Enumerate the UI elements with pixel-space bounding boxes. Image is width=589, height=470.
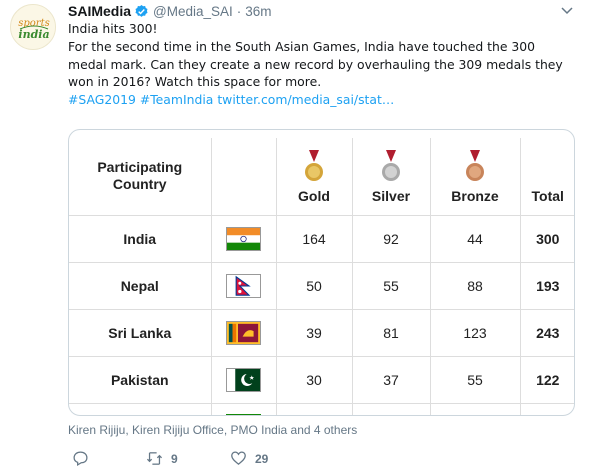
- header-silver: Silver: [352, 138, 431, 216]
- header-total-label: Total: [531, 187, 564, 204]
- india-flag-icon: [226, 226, 261, 251]
- tweet[interactable]: sports india SAIMedia @Media_SAI · 36m I…: [0, 0, 589, 470]
- hashtag-link[interactable]: #SAG2019: [68, 92, 136, 107]
- liked-by[interactable]: Kiren Rijiju, Kiren Rijiju Office, PMO I…: [68, 423, 357, 437]
- silver-count: 37: [352, 356, 431, 404]
- sai-logo-icon: sports india: [11, 5, 55, 49]
- gold-count: 39: [276, 309, 353, 357]
- gold-count: 164: [276, 215, 353, 263]
- country-name: Nepal: [69, 262, 212, 310]
- country-name: India: [69, 215, 212, 263]
- tweet-links: #SAG2019 #TeamIndia twitter.com/media_sa…: [68, 91, 568, 109]
- chevron-down-icon[interactable]: [559, 2, 575, 18]
- gold-count: 30: [276, 356, 353, 404]
- table-row: Nepal 50 55 88 193: [69, 262, 574, 310]
- bronze-count: 88: [430, 262, 521, 310]
- total-count: 243: [520, 309, 574, 357]
- pakistan-flag-icon: [226, 367, 261, 392]
- reply-icon: [73, 451, 88, 467]
- bronze-medal-icon: [466, 149, 484, 181]
- tweet-url-link[interactable]: twitter.com/media_sai/stat…: [217, 92, 394, 107]
- avatar[interactable]: sports india: [10, 4, 56, 50]
- tweet-actions: 9 29: [68, 450, 568, 470]
- svg-text:india: india: [18, 28, 49, 41]
- partial-flag-icon: [226, 413, 261, 415]
- country-name: Sri Lanka: [69, 309, 212, 357]
- gold-medal-icon: [305, 149, 323, 181]
- tweet-text: India hits 300! For the second time in t…: [68, 20, 568, 109]
- silver-count: 55: [352, 262, 431, 310]
- hashtag-link[interactable]: #TeamIndia: [140, 92, 214, 107]
- medal-table: Participating Country Gold Silver Bronze…: [69, 138, 574, 415]
- table-row-partial: [69, 403, 574, 415]
- total-count: 122: [520, 356, 574, 404]
- total-count: 193: [520, 262, 574, 310]
- flag-cell: [211, 262, 277, 310]
- header-flag: [211, 138, 277, 216]
- bronze-count: 55: [430, 356, 521, 404]
- header-country: Participating Country: [69, 138, 212, 216]
- tweet-time[interactable]: 36m: [245, 4, 271, 19]
- flag-cell: [211, 356, 277, 404]
- sri-lanka-flag-icon: [226, 320, 261, 345]
- table-row: India 164 92 44 300: [69, 215, 574, 263]
- header-bronze: Bronze: [430, 138, 521, 216]
- nepal-flag-icon: [226, 273, 261, 298]
- header-bronze-label: Bronze: [451, 187, 499, 204]
- flag-cell: [211, 215, 277, 263]
- retweet-icon: [146, 452, 163, 465]
- author-handle[interactable]: @Media_SAI: [153, 4, 233, 19]
- retweet-count: 9: [171, 451, 178, 466]
- bronze-count: 123: [430, 309, 521, 357]
- tweet-header: SAIMedia @Media_SAI · 36m: [68, 2, 272, 20]
- total-count: 300: [520, 215, 574, 263]
- verified-badge-icon: [135, 4, 148, 17]
- header-country-line2: Country: [112, 176, 167, 193]
- header-silver-label: Silver: [371, 187, 411, 204]
- flag-cell: [211, 309, 277, 357]
- reply-button[interactable]: [72, 450, 89, 467]
- header-gold-label: Gold: [298, 187, 330, 204]
- like-count: 29: [255, 451, 269, 466]
- silver-count: 81: [352, 309, 431, 357]
- table-row: Pakistan 30 37 55 122: [69, 356, 574, 404]
- silver-medal-icon: [382, 149, 400, 181]
- gold-count: 50: [276, 262, 353, 310]
- country-name: Pakistan: [69, 356, 212, 404]
- retweet-button[interactable]: 9: [146, 450, 178, 467]
- header-gold: Gold: [276, 138, 353, 216]
- author-name[interactable]: SAIMedia: [68, 3, 131, 19]
- table-header-row: Participating Country Gold Silver Bronze…: [69, 138, 574, 216]
- header-country-line1: Participating: [97, 159, 183, 176]
- media-image[interactable]: Participating Country Gold Silver Bronze…: [68, 129, 575, 416]
- heart-icon: [231, 451, 246, 465]
- time-separator: ·: [236, 3, 242, 19]
- header-total: Total: [520, 138, 574, 216]
- bronze-count: 44: [430, 215, 521, 263]
- like-button[interactable]: 29: [230, 450, 268, 467]
- tweet-line-2: For the second time in the South Asian G…: [68, 38, 563, 90]
- table-row: Sri Lanka 39 81 123 243: [69, 309, 574, 357]
- tweet-line-1: India hits 300!: [68, 21, 158, 36]
- silver-count: 92: [352, 215, 431, 263]
